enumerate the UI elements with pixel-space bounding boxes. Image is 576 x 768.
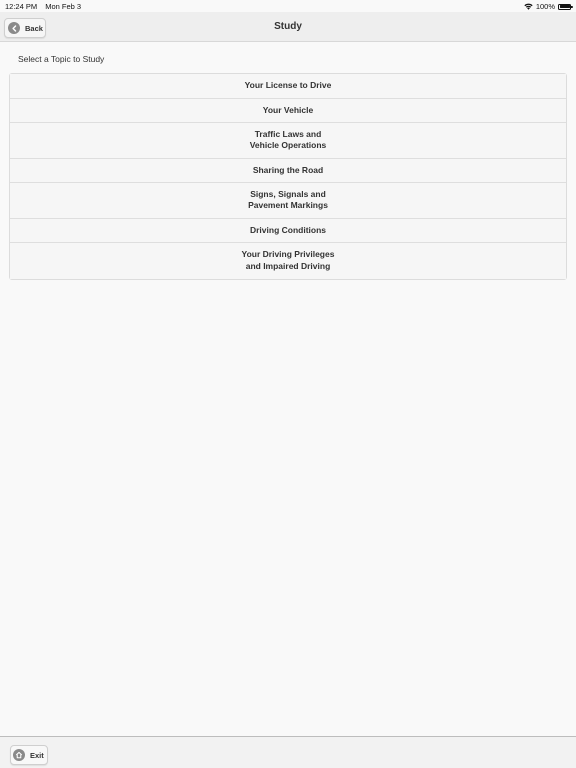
- topic-item-signs-signals[interactable]: Signs, Signals and Pavement Markings: [10, 183, 566, 219]
- topic-item-driving-privileges[interactable]: Your Driving Privileges and Impaired Dri…: [10, 243, 566, 279]
- battery-percentage: 100%: [535, 2, 555, 11]
- wifi-icon: [524, 3, 533, 10]
- exit-button[interactable]: Exit: [10, 745, 48, 765]
- footer-bar: Exit: [0, 736, 576, 768]
- topic-item-vehicle[interactable]: Your Vehicle: [10, 98, 566, 123]
- back-button-label: Back: [25, 23, 43, 33]
- status-bar-left: 12:24 PM Mon Feb 3: [5, 2, 87, 11]
- battery-icon: [558, 3, 573, 10]
- status-time: 12:24 PM: [5, 2, 38, 11]
- home-icon: [13, 749, 25, 761]
- status-bar: 12:24 PM Mon Feb 3 100%: [0, 0, 576, 12]
- topic-item-traffic-laws[interactable]: Traffic Laws and Vehicle Operations: [10, 123, 566, 159]
- topic-item-sharing-road[interactable]: Sharing the Road: [10, 158, 566, 183]
- page-title: Study: [274, 21, 302, 32]
- topic-list: Your License to Drive Your Vehicle Traff…: [9, 73, 567, 280]
- chevron-left-icon: [8, 22, 20, 34]
- exit-button-label: Exit: [30, 750, 44, 760]
- topic-item-license[interactable]: Your License to Drive: [10, 74, 566, 99]
- nav-header: Study Back: [0, 12, 576, 42]
- topic-item-driving-conditions[interactable]: Driving Conditions: [10, 218, 566, 243]
- back-button[interactable]: Back: [4, 18, 46, 38]
- topic-prompt: Select a Topic to Study: [18, 54, 105, 64]
- status-bar-right: 100%: [524, 2, 573, 11]
- status-date: Mon Feb 3: [45, 2, 82, 11]
